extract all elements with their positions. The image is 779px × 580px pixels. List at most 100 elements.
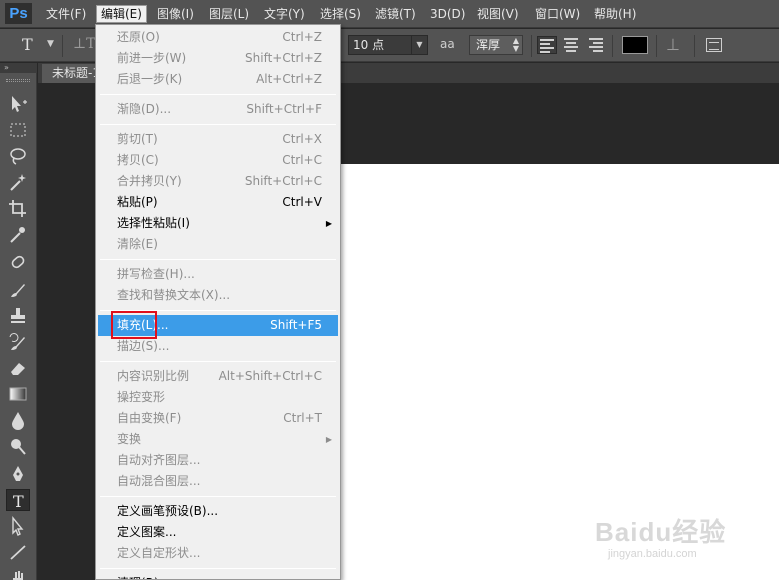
current-tool-type-icon[interactable]: T	[22, 35, 33, 54]
menu-item-label: 填充(L)...	[117, 318, 169, 332]
crop-tool-icon[interactable]	[6, 197, 30, 219]
options-separator	[612, 35, 613, 57]
menu-item-label: 自动混合图层...	[117, 474, 201, 488]
clone-stamp-tool-icon[interactable]	[6, 305, 30, 327]
menu-help[interactable]: 帮助(H)	[590, 5, 640, 23]
align-center-button[interactable]	[561, 36, 581, 54]
menu-item-label: 操控变形	[117, 390, 166, 404]
chevron-down-icon[interactable]: ▼	[411, 36, 427, 54]
menu-item-label: 查找和替换文本(X)...	[117, 288, 231, 302]
healing-brush-tool-icon[interactable]	[6, 252, 30, 274]
menu-item-label: 自由变换(F)	[117, 411, 182, 425]
menu-item[interactable]: 定义自定形状...	[98, 543, 338, 564]
submenu-arrow-icon: ▶	[325, 219, 332, 228]
menu-view[interactable]: 视图(V)	[473, 5, 523, 23]
font-size-field[interactable]: 10 点 ▼	[348, 35, 428, 55]
menu-item[interactable]: 渐隐(D)... Shift+Ctrl+F	[98, 99, 338, 120]
menu-item-label: 还原(O)	[117, 30, 160, 44]
eraser-tool-icon[interactable]	[6, 357, 30, 379]
menu-item[interactable]: 描边(S)...	[98, 336, 338, 357]
menu-item-shortcut: Alt+Shift+Ctrl+C	[218, 369, 322, 383]
align-left-button[interactable]	[537, 36, 557, 54]
menu-file[interactable]: 文件(F)	[42, 5, 90, 23]
menu-item-shortcut: Shift+Ctrl+C	[244, 174, 322, 188]
menu-item[interactable]: 自动对齐图层...	[98, 450, 338, 471]
menu-item-label: 清理(R)	[117, 573, 159, 579]
antialias-select[interactable]: 浑厚 ▲ ▼	[469, 35, 523, 55]
menu-item-label: 定义图案...	[117, 525, 177, 539]
line-tool-icon[interactable]	[6, 541, 30, 563]
menu-item[interactable]: 内容识别比例 Alt+Shift+Ctrl+C	[98, 366, 338, 387]
panel-grip[interactable]	[6, 79, 30, 82]
move-tool-icon[interactable]	[6, 93, 30, 115]
menu-item[interactable]: 定义画笔预设(B)...	[98, 501, 338, 522]
menu-item[interactable]: 还原(O) Ctrl+Z	[98, 27, 338, 48]
lasso-tool-icon[interactable]	[6, 145, 30, 167]
eyedropper-tool-icon[interactable]	[6, 223, 30, 245]
menu-item[interactable]: 拼写检查(H)...	[98, 264, 338, 285]
text-orientation-icon[interactable]: ⊥T	[73, 36, 96, 52]
magic-wand-tool-icon[interactable]	[6, 171, 30, 193]
menu-layer[interactable]: 图层(L)	[205, 5, 253, 23]
menu-item[interactable]: 变换 ▶	[98, 429, 338, 450]
menu-separator	[100, 361, 336, 362]
menu-item[interactable]: 自动混合图层...	[98, 471, 338, 492]
menu-item[interactable]: 后退一步(K) Alt+Ctrl+Z	[98, 69, 338, 90]
edit-menu-dropdown: 还原(O) Ctrl+Z 前进一步(W) Shift+Ctrl+Z 后退一步(K) Alt…	[95, 24, 341, 580]
menu-item[interactable]: 查找和替换文本(X)...	[98, 285, 338, 306]
dodge-tool-icon[interactable]	[6, 435, 30, 457]
menu-edit[interactable]: 编辑(E)	[96, 5, 147, 23]
menu-item[interactable]: 拷贝(C) Ctrl+C	[98, 150, 338, 171]
menu-item-label: 拼写检查(H)...	[117, 267, 195, 281]
menu-separator	[100, 259, 336, 260]
font-size-value: 10 点	[353, 38, 385, 52]
menu-separator	[100, 124, 336, 125]
menu-item[interactable]: 选择性粘贴(I) ▶	[98, 213, 338, 234]
menu-item[interactable]: 粘贴(P) Ctrl+V	[98, 192, 338, 213]
menu-item-label: 合并拷贝(Y)	[117, 174, 182, 188]
menu-filter[interactable]: 滤镜(T)	[371, 5, 420, 23]
history-brush-tool-icon[interactable]	[6, 331, 30, 353]
menu-item-label: 粘贴(P)	[117, 195, 158, 209]
document-tab[interactable]: 未标题-1	[42, 64, 98, 83]
menu-item[interactable]: 自由变换(F) Ctrl+T	[98, 408, 338, 429]
antialias-value: 浑厚	[476, 38, 501, 52]
menu-item[interactable]: 清除(E)	[98, 234, 338, 255]
options-separator	[694, 35, 695, 57]
panel-collapse-icon[interactable]: »	[0, 63, 37, 73]
character-panel-icon[interactable]	[706, 38, 722, 52]
menu-separator	[100, 496, 336, 497]
menu-item-label: 前进一步(W)	[117, 51, 187, 65]
menu-item-shortcut: Ctrl+Z	[282, 30, 322, 44]
menu-window[interactable]: 窗口(W)	[531, 5, 584, 23]
path-selection-tool-icon[interactable]	[6, 515, 30, 537]
menu-image[interactable]: 图像(I)	[153, 5, 198, 23]
align-right-button[interactable]	[585, 36, 605, 54]
submenu-arrow-icon: ▶	[326, 573, 332, 579]
watermark-url: jingyan.baidu.com	[608, 548, 697, 560]
menu-3d[interactable]: 3D(D)	[426, 5, 469, 23]
pen-tool-icon[interactable]	[6, 463, 30, 485]
menu-item-label: 拷贝(C)	[117, 153, 159, 167]
menu-item[interactable]: 定义图案...	[98, 522, 338, 543]
menu-item[interactable]: 操控变形	[98, 387, 338, 408]
menu-item-label: 变换	[117, 432, 142, 446]
brush-tool-icon[interactable]	[6, 278, 30, 300]
menu-item[interactable]: 剪切(T) Ctrl+X	[98, 129, 338, 150]
menu-item[interactable]: 清理(R) ▶	[98, 573, 338, 579]
tool-preset-dropdown-icon[interactable]: ▼	[47, 39, 54, 49]
menu-item[interactable]: 前进一步(W) Shift+Ctrl+Z	[98, 48, 338, 69]
menu-select[interactable]: 选择(S)	[316, 5, 365, 23]
text-color-swatch[interactable]	[622, 36, 648, 54]
menu-item[interactable]: 合并拷贝(Y) Shift+Ctrl+C	[98, 171, 338, 192]
marquee-tool-icon[interactable]	[6, 119, 30, 141]
gradient-tool-icon[interactable]	[6, 383, 30, 405]
menu-type[interactable]: 文字(Y)	[260, 5, 309, 23]
blur-tool-icon[interactable]	[6, 409, 30, 431]
warp-text-icon[interactable]: ⊥	[666, 35, 680, 54]
menu-item-label: 清除(E)	[117, 237, 158, 251]
menu-item[interactable]: 填充(L)... Shift+F5	[98, 315, 338, 336]
type-tool-icon[interactable]: T	[6, 489, 30, 511]
hand-tool-icon[interactable]	[6, 567, 30, 580]
menu-item-label: 剪切(T)	[117, 132, 158, 146]
